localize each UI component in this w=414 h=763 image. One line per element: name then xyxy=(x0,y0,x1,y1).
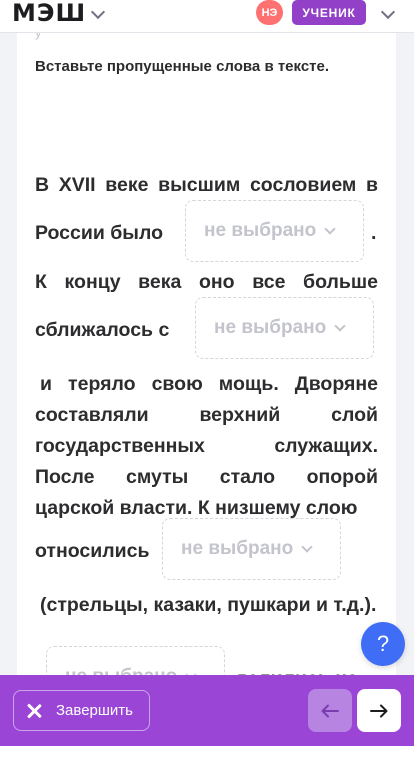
dropdown-3-value: не выбрано xyxy=(181,538,294,559)
next-button[interactable] xyxy=(357,689,401,732)
arrow-left-icon xyxy=(321,704,339,717)
dropdown-1-value: не выбрано xyxy=(204,220,317,241)
dropdown-2-value: не выбрано xyxy=(214,317,327,338)
finish-button[interactable]: Завершить xyxy=(13,690,150,731)
help-button[interactable]: ? xyxy=(361,622,405,666)
text-period: . xyxy=(371,222,377,244)
user-menu-chevron-icon[interactable] xyxy=(380,4,396,20)
close-icon xyxy=(25,702,43,720)
chevron-down-icon xyxy=(324,223,336,235)
user-avatar[interactable]: НЭ xyxy=(256,0,283,25)
chevron-down-icon xyxy=(334,320,346,332)
app-menu-chevron-icon[interactable] xyxy=(90,4,106,20)
blank-dropdown-1[interactable]: не выбрано xyxy=(185,200,364,262)
text-line-3: К концу века оно все больше xyxy=(35,271,378,293)
app-logo[interactable]: МЭШ xyxy=(12,0,86,27)
text-line-6: (стрельцы, казаки, пушкари и т.д.). xyxy=(40,594,377,616)
top-header: МЭШ НЭ УЧЕНИК xyxy=(0,0,414,33)
blank-dropdown-2[interactable]: не выбрано xyxy=(195,297,374,359)
text-line-4: сближалось с xyxy=(35,319,170,341)
task-card: у Вставьте пропущенные слова в тексте. В… xyxy=(17,33,396,763)
bottom-action-bar: Завершить xyxy=(0,675,414,746)
task-instruction: Вставьте пропущенные слова в тексте. xyxy=(35,58,330,75)
text-line-2: России было xyxy=(35,222,163,244)
finish-label: Завершить xyxy=(56,702,133,719)
blank-dropdown-3[interactable]: не выбрано xyxy=(162,518,341,580)
text-paragraph: и теряло свою мощь. Дворяне составляли в… xyxy=(35,373,378,519)
text-line-1: В XVII веке высшим сословием в xyxy=(35,174,378,196)
role-button[interactable]: УЧЕНИК xyxy=(292,0,366,25)
screen-bottom-area xyxy=(0,746,414,763)
chevron-down-icon xyxy=(301,541,313,553)
previous-text-fragment: у xyxy=(35,33,42,40)
text-line-5: относились xyxy=(35,540,150,562)
previous-button[interactable] xyxy=(308,689,352,732)
arrow-right-icon xyxy=(370,704,388,717)
